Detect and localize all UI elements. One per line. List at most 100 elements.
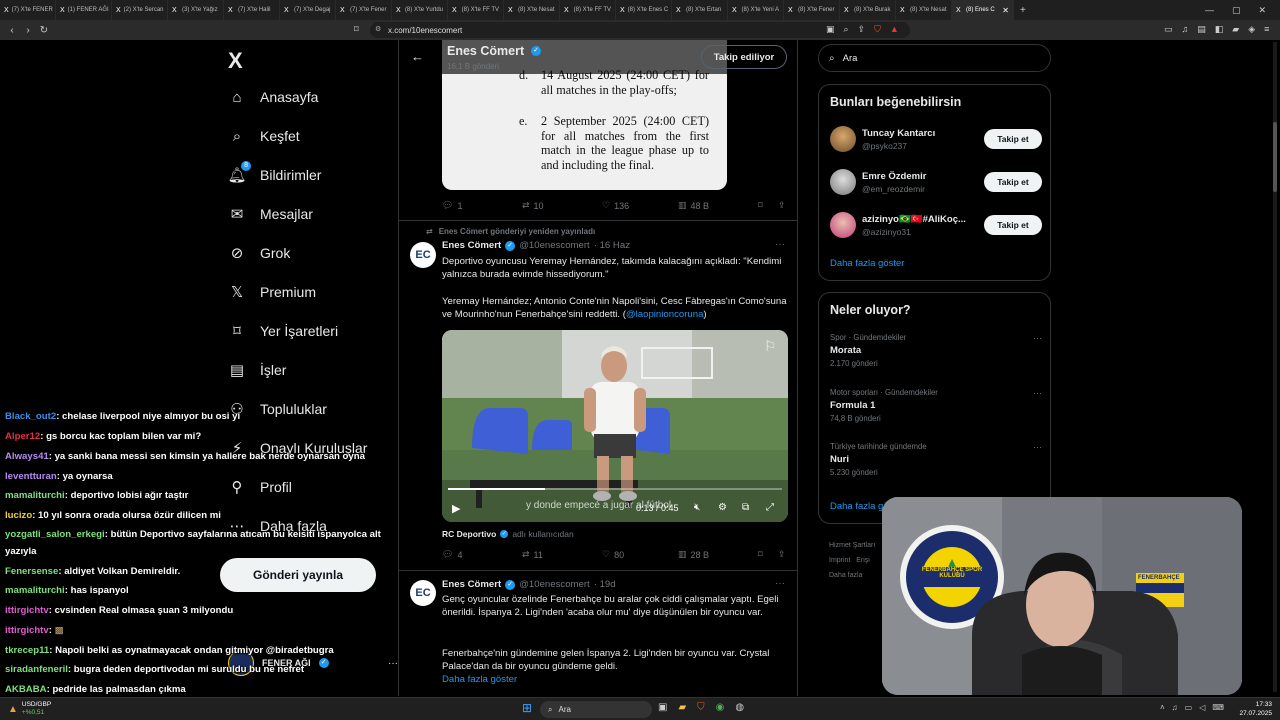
start-icon[interactable]: ⊞ — [522, 701, 532, 715]
new-tab-button[interactable]: + — [1020, 5, 1026, 16]
search-box[interactable]: ⌕ Ara — [818, 44, 1051, 72]
clock[interactable]: 17:33 27.07.2025 — [1228, 700, 1272, 718]
tray-chevron-icon[interactable]: ˄ — [1160, 703, 1165, 712]
close-window-icon[interactable]: ✕ — [1258, 5, 1266, 16]
tweet-date[interactable]: · 16 Haz — [594, 240, 630, 251]
following-button[interactable]: Takip ediliyor — [701, 45, 787, 69]
browser-tab[interactable]: X (8) X'te FF TV — [560, 0, 616, 20]
repost-button[interactable]: ⇄ 11 — [522, 549, 602, 560]
obs-icon[interactable]: ◍ — [735, 702, 744, 713]
chat-username[interactable]: ittirgichtv — [5, 605, 49, 616]
author-name[interactable]: Enes Cömert — [442, 579, 501, 590]
chat-username[interactable]: mamaliturchi — [5, 585, 65, 596]
headset-icon[interactable]: ♫ — [1172, 703, 1178, 712]
settings-icon[interactable]: ⚙ — [718, 502, 727, 513]
tweet-date[interactable]: · 19d — [594, 579, 616, 590]
nav-item-anasayfa[interactable]: ⌂ Anasayfa — [228, 88, 318, 106]
chat-username[interactable]: Alper12 — [5, 431, 40, 442]
taskbar-search[interactable]: ⌕ Ara — [540, 701, 652, 718]
maximize-icon[interactable]: ▢ — [1232, 5, 1241, 16]
page-scrollbar[interactable] — [1273, 42, 1277, 692]
zoom-icon[interactable]: ⌕ — [844, 24, 849, 35]
browser-tab[interactable]: X (8) X'te Nesat — [504, 0, 560, 20]
reload-icon[interactable]: ↻ — [36, 25, 52, 36]
suggestion-row[interactable]: azizinyo🇧🇷🇹🇷#AliKoç... @azizinyo31 Takip … — [830, 209, 1042, 241]
file-explorer-icon[interactable]: ▰ — [678, 702, 686, 713]
task-view-icon[interactable]: ▣ — [658, 702, 667, 713]
avatar[interactable]: EC — [410, 580, 436, 606]
suggestion-row[interactable]: Tuncay Kantarcı @psyko237 Takip et — [830, 123, 1042, 155]
trend-item[interactable]: Türkiye tarihinde gündemde Nuri 5.230 gö… — [830, 442, 1042, 477]
more-icon[interactable]: ··· — [1033, 333, 1042, 343]
like-button[interactable]: ♡ 80 — [602, 549, 678, 560]
follow-button[interactable]: Takip et — [984, 172, 1042, 192]
volume-icon[interactable]: ◁ — [1199, 703, 1205, 712]
nav-item-profil[interactable]: ⚲ Profil — [228, 478, 292, 496]
trend-item[interactable]: Spor · Gündemdekiler Morata 2.170 gönder… — [830, 333, 1042, 368]
browser-tab[interactable]: X (8) X'te Burak — [840, 0, 896, 20]
nav-item-topluluklar[interactable]: ⚇ Topluluklar — [228, 400, 327, 418]
mention-link[interactable]: @laopinioncoruna — [626, 309, 703, 320]
views-button[interactable]: ▥ 28 B — [678, 549, 758, 560]
browser-tab[interactable]: X (8) X'te Ertan — [672, 0, 728, 20]
suggestion-row[interactable]: Emre Özdemir @em_reozdemir Takip et — [830, 166, 1042, 198]
nav-item-bildirimler[interactable]: 🔔︎ 8 Bildirimler — [227, 161, 321, 184]
vpn-icon[interactable]: ▰ — [1232, 24, 1239, 35]
chat-username[interactable]: lucizo — [5, 510, 32, 521]
search-input[interactable]: Ara — [843, 53, 858, 64]
share-icon[interactable]: ⇪ — [858, 24, 866, 35]
tweet-more-icon[interactable]: ··· — [775, 578, 785, 589]
chat-username[interactable]: Black_out2 — [5, 411, 56, 422]
footer-terms-link[interactable]: Hizmet Şartları — [829, 538, 875, 553]
tweet-more-icon[interactable]: ··· — [775, 239, 785, 250]
close-tab-icon[interactable]: ✕ — [1002, 6, 1009, 15]
follow-button[interactable]: Takip et — [984, 129, 1042, 149]
forward-icon[interactable]: › — [20, 25, 36, 36]
bookmark-icon[interactable]: ⌑ — [758, 200, 778, 211]
language-icon[interactable]: ⌨ — [1212, 703, 1224, 712]
x-logo[interactable]: X — [228, 48, 243, 74]
stock-widget[interactable]: ▲ USD/GBP +%0,51 — [8, 701, 51, 717]
chat-username[interactable]: yozgatli_salon_erkegi — [5, 529, 105, 540]
nav-item-keşfet[interactable]: ⌕ Keşfet — [228, 127, 300, 145]
more-icon[interactable]: ··· — [388, 658, 398, 669]
share-icon[interactable]: ⇪ — [778, 200, 786, 211]
back-arrow-icon[interactable]: ← — [411, 49, 424, 64]
play-icon[interactable]: ▶ — [452, 502, 460, 515]
nav-item-i-şler[interactable]: ▤ İşler — [228, 361, 287, 379]
chat-username[interactable]: Always41 — [5, 451, 49, 462]
site-info-icon[interactable]: ⚙ — [375, 25, 381, 33]
author-handle[interactable]: @10enescomert — [519, 579, 590, 590]
browser-tab[interactable]: X (8) X'te Yeni A — [728, 0, 784, 20]
chat-username[interactable]: tkrecep11 — [5, 645, 49, 656]
music-icon[interactable]: ♫ — [1182, 24, 1189, 35]
network-icon[interactable]: ▭ — [1185, 703, 1193, 712]
share-icon[interactable]: ⇪ — [778, 549, 786, 560]
chat-username[interactable]: Fenersense — [5, 566, 58, 577]
brave-shield-icon[interactable]: ⛉ — [874, 24, 881, 35]
follow-button[interactable]: Takip et — [984, 215, 1042, 235]
repost-button[interactable]: ⇄ 10 — [522, 200, 602, 211]
fullscreen-icon[interactable]: ⤢ — [766, 502, 774, 513]
footer-access-link[interactable]: Erişi — [856, 557, 870, 564]
more-icon[interactable]: ··· — [1033, 442, 1042, 452]
video-progress-track[interactable] — [448, 488, 782, 490]
reply-button[interactable]: 💬︎ 4 — [442, 549, 522, 560]
chat-username[interactable]: leventturan — [5, 471, 57, 482]
browser-tab[interactable]: X (3) X'te Yağız — [168, 0, 224, 20]
chat-username[interactable]: mamaliturchi — [5, 490, 65, 501]
browser-tab[interactable]: X (8) X'te Yurtdu — [392, 0, 448, 20]
wallet-icon[interactable]: ◈ — [1248, 24, 1255, 35]
tweet-video[interactable]: y donde empecé a jugar al fútbol ▶ 0:13 … — [442, 330, 788, 522]
author-handle[interactable]: @10enescomert — [519, 240, 590, 251]
nav-item-mesajlar[interactable]: ✉ Mesajlar — [228, 205, 313, 223]
post-button[interactable]: Gönderi yayınla — [220, 558, 376, 592]
avatar[interactable]: EC — [410, 242, 436, 268]
nav-item-grok[interactable]: ⊘ Grok — [228, 244, 291, 262]
browser-tab[interactable]: X (7) X'te Fener — [336, 0, 392, 20]
show-more-link[interactable]: Daha fazla göster — [442, 674, 517, 685]
chrome-icon[interactable]: ◉ — [716, 702, 725, 713]
screenshot-icon[interactable]: ▣ — [826, 24, 835, 35]
bookmark-icon[interactable]: ⌑ — [758, 549, 778, 560]
nav-item-yer-i-şaretleri[interactable]: ⌑ Yer İşaretleri — [228, 322, 338, 340]
